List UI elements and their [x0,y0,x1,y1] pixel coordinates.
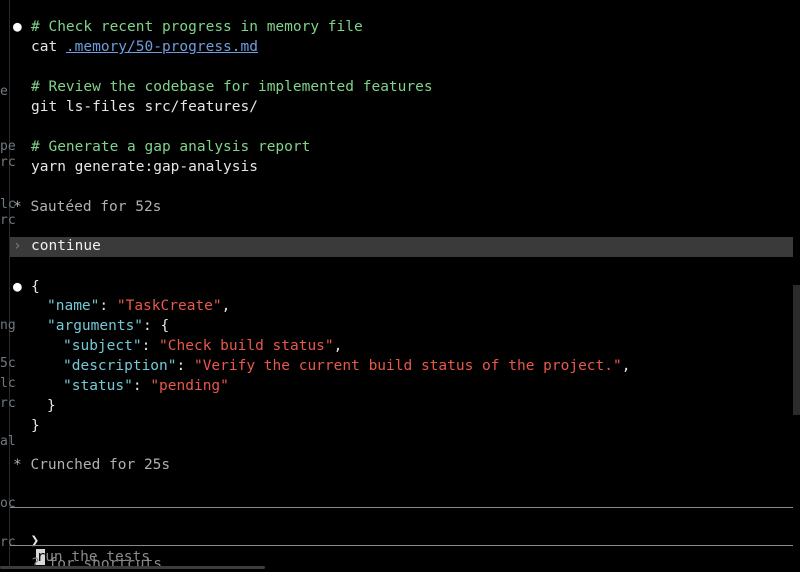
input-top-rule [10,507,793,508]
command-line: yarn generate:gap-analysis [31,159,258,175]
json-line-description: "description": "Verify the current build… [63,358,631,374]
json-line-name: "name": "TaskCreate", [47,298,231,314]
json-key: "arguments" [47,318,144,334]
command-block-bullet: ● [13,19,22,35]
json-key: "status" [63,378,133,394]
user-message-text: continue [31,238,101,254]
left-pane-fragment: ng [0,318,16,333]
json-value: "pending" [150,378,229,394]
json-close-brace-outer: } [31,418,40,434]
json-value: "TaskCreate" [116,298,222,314]
left-pane-divider [9,0,10,569]
left-pane-fragment: oc [0,496,16,511]
input-bottom-rule [10,545,793,546]
left-pane-fragment: 5c [0,356,16,371]
json-value: "Check build status" [159,338,334,354]
user-message-bar [10,237,793,257]
status-line: * Crunched for 25s [13,457,171,473]
json-line-subject: "subject": "Check build status", [63,338,343,354]
left-pane-fragment: al [0,434,16,449]
left-pane-fragment: lc [0,376,16,391]
json-line-status: "status": "pending" [63,378,229,394]
comment-line: # Check recent progress in memory file [31,19,363,35]
json-key: "description" [63,358,177,374]
left-pane-fragment: rc [0,155,16,170]
json-open-brace: { [31,279,40,295]
left-pane-fragment: rc [0,213,16,228]
user-message-glyph: › [13,238,22,254]
command-line: git ls-files src/features/ [31,99,258,115]
left-pane-fragment: rc [0,396,16,411]
left-pane-fragment: e [0,84,8,99]
command-line: cat .memory/50-progress.md [31,39,258,55]
comment-line: # Generate a gap analysis report [31,139,311,155]
json-line-arguments: "arguments": { [47,318,170,334]
json-key: "name" [47,298,100,314]
command-text: cat [31,39,66,55]
json-key: "subject" [63,338,142,354]
json-value: "Verify the current build status of the … [193,358,622,374]
json-close-brace-inner: } [47,398,56,414]
status-line: * Sautéed for 52s [13,199,162,215]
left-pane-fragment: pe [0,139,16,154]
right-scrollbar[interactable] [793,285,800,415]
input-prompt-glyph: ❯ [30,533,40,549]
json-block-bullet: ● [13,279,22,295]
comment-line: # Review the codebase for implemented fe… [31,79,433,95]
shortcuts-hint: ? for shortcuts [31,556,162,572]
file-link[interactable]: .memory/50-progress.md [66,39,258,55]
